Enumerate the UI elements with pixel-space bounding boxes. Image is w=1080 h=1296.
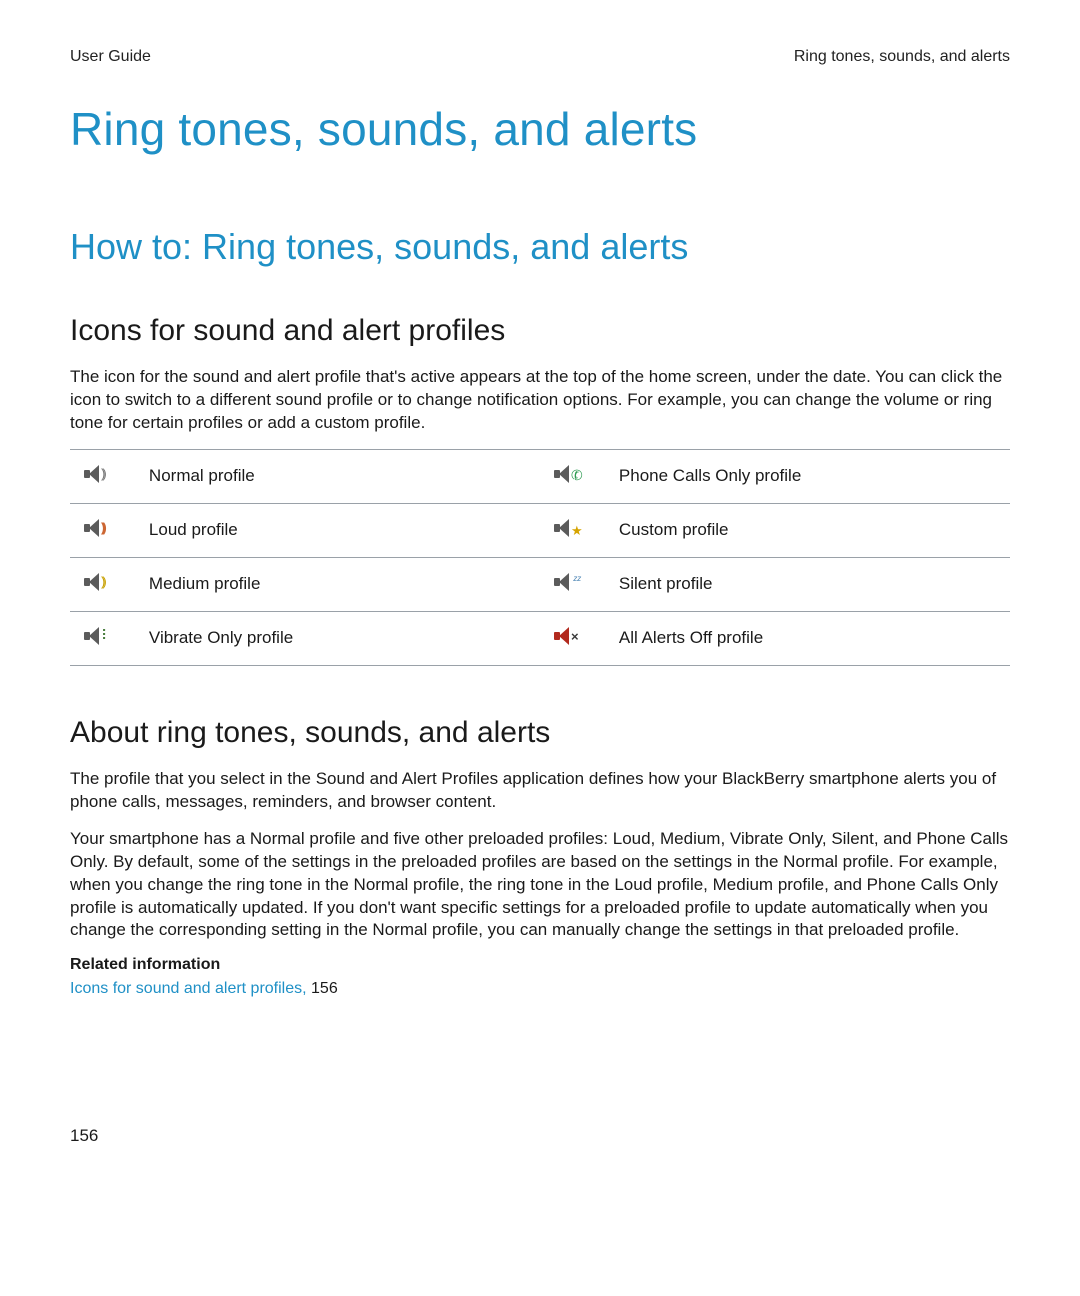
profile-label: Vibrate Only profile [143,611,540,665]
header-right: Ring tones, sounds, and alerts [794,48,1010,66]
speaker-normal-icon: )) [84,462,116,486]
speaker-medium-icon: )) [84,570,116,594]
profile-label: Normal profile [143,449,540,503]
profile-label: Custom profile [613,503,1010,557]
profile-label: Medium profile [143,557,540,611]
subsection-about-title: About ring tones, sounds, and alerts [70,716,1010,750]
subsection-icons-title: Icons for sound and alert profiles [70,314,1010,348]
about-paragraph-2: Your smartphone has a Normal profile and… [70,828,1010,943]
related-link[interactable]: Icons for sound and alert profiles, [70,980,307,997]
page-header: User Guide Ring tones, sounds, and alert… [70,48,1010,66]
related-link-page: 156 [311,980,338,997]
subsection-icons-paragraph: The icon for the sound and alert profile… [70,366,1010,435]
table-row: ⠇ Vibrate Only profile × All Alerts Off … [70,611,1010,665]
profile-label: Loud profile [143,503,540,557]
main-title: Ring tones, sounds, and alerts [70,102,1010,156]
table-row: )) Normal profile ✆ Phone Calls Only pro… [70,449,1010,503]
related-info-heading: Related information [70,956,1010,974]
document-page: User Guide Ring tones, sounds, and alert… [0,0,1080,1296]
speaker-phone-icon: ✆ [554,462,586,486]
speaker-loud-icon: )) [84,516,116,540]
speaker-off-icon: × [554,624,586,648]
profile-label: Phone Calls Only profile [613,449,1010,503]
profile-label: All Alerts Off profile [613,611,1010,665]
about-paragraph-1: The profile that you select in the Sound… [70,768,1010,814]
related-info-line: Icons for sound and alert profiles, 156 [70,980,1010,998]
header-left: User Guide [70,48,151,66]
table-row: )) Medium profile ᶻᶻ Silent profile [70,557,1010,611]
page-number: 156 [70,1126,98,1146]
section-title: How to: Ring tones, sounds, and alerts [70,226,1010,268]
table-row: )) Loud profile ★ Custom profile [70,503,1010,557]
speaker-custom-icon: ★ [554,516,586,540]
speaker-silent-icon: ᶻᶻ [554,570,586,594]
profile-label: Silent profile [613,557,1010,611]
speaker-vibrate-icon: ⠇ [84,624,116,648]
profile-icons-table: )) Normal profile ✆ Phone Calls Only pro… [70,449,1010,666]
